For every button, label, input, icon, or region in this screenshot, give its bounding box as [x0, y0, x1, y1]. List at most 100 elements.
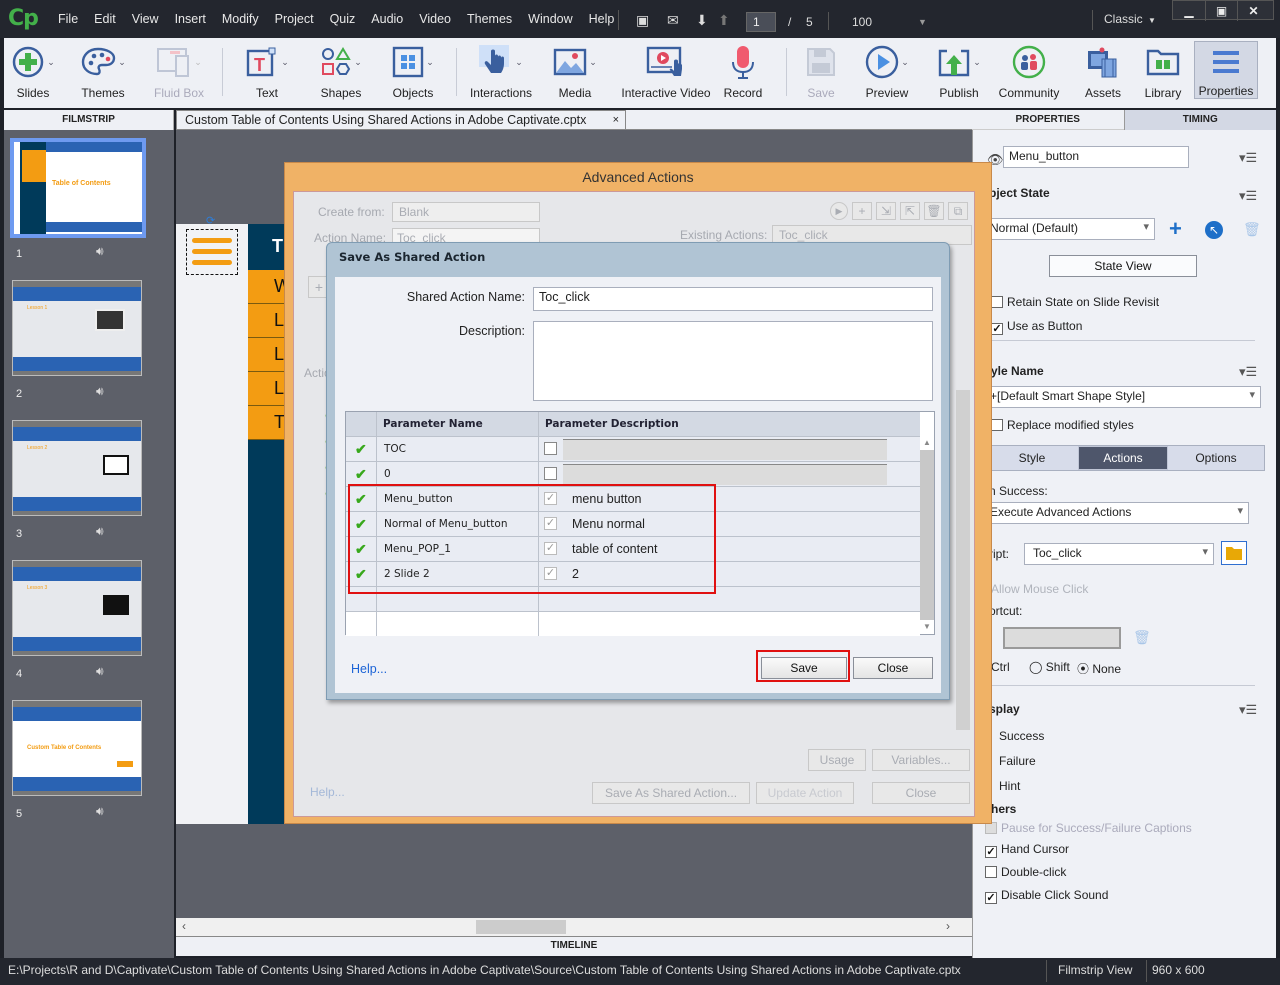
speaker-icon[interactable]: 🔊︎ [96, 244, 104, 259]
add-state-icon[interactable]: + [1169, 216, 1182, 242]
duplicate-action-icon[interactable]: ⧉ [948, 202, 968, 220]
update-action-button[interactable]: Update Action [756, 782, 854, 804]
save-as-shared-action-button[interactable]: Save As Shared Action... [592, 782, 750, 804]
export-action-icon[interactable]: ⇱ [900, 202, 920, 220]
advanced-close-button[interactable]: Close [872, 782, 970, 804]
disable-click-sound-checkbox[interactable]: Disable Click Sound [985, 888, 1108, 904]
add-action-icon[interactable]: + [852, 202, 872, 220]
preview-action-icon[interactable]: ▶ [830, 202, 848, 220]
scroll-down-icon[interactable]: ▼ [920, 620, 934, 634]
shared-action-name-input[interactable]: Toc_click [533, 287, 933, 311]
variables-button[interactable]: Variables... [872, 749, 970, 771]
save-toolbar-button[interactable]: Save [786, 44, 856, 100]
close-tab-icon[interactable]: × [613, 114, 619, 126]
subtab-options[interactable]: Options [1168, 446, 1264, 470]
parameter-description-input[interactable] [563, 464, 887, 485]
publish-button[interactable]: ⌄ Publish [924, 44, 994, 100]
workspace-dropdown-icon[interactable]: ▼ [1148, 16, 1156, 25]
mail-icon[interactable]: ✉ [667, 12, 679, 29]
reset-state-icon[interactable]: ↖ [1205, 221, 1223, 239]
shapes-button[interactable]: ⌄ Shapes [306, 44, 376, 100]
slide-thumbnail-3[interactable]: Lesson 2 [12, 420, 142, 516]
menu-view[interactable]: View [124, 12, 167, 26]
menu-audio[interactable]: Audio [363, 12, 411, 26]
slides-button[interactable]: ⌄ Slides [0, 44, 68, 100]
tab-timing[interactable]: TIMING [1123, 110, 1276, 130]
current-page-input[interactable]: 1 [746, 12, 776, 32]
media-button[interactable]: ⌄ Media [540, 44, 610, 100]
replace-styles-checkbox[interactable]: Replace modified styles [991, 418, 1134, 432]
timeline-panel-header[interactable]: TIMELINE [176, 936, 972, 956]
advanced-help-link[interactable]: Help... [310, 785, 345, 799]
subtab-style[interactable]: Style [986, 446, 1078, 470]
double-click-checkbox[interactable]: Double-click [985, 865, 1066, 879]
toc-item[interactable]: T [248, 406, 288, 440]
speaker-icon[interactable]: 🔊︎ [96, 524, 104, 539]
shared-help-link[interactable]: Help... [351, 662, 387, 676]
menu-modify[interactable]: Modify [214, 12, 267, 26]
script-dropdown[interactable]: Toc_click [1024, 543, 1214, 565]
style-dropdown[interactable]: +[Default Smart Shape Style] [985, 386, 1261, 408]
create-from-dropdown[interactable]: Blank [392, 202, 540, 222]
speaker-icon[interactable]: 🔊︎ [96, 384, 104, 399]
state-view-button[interactable]: State View [1049, 255, 1197, 277]
close-button[interactable]: Close [853, 657, 933, 679]
menu-window[interactable]: Window [520, 12, 580, 26]
toc-item[interactable]: W [248, 270, 291, 304]
shortcut-input[interactable] [1003, 627, 1121, 649]
speaker-icon[interactable]: 🔊︎ [96, 664, 104, 679]
import-action-icon[interactable]: ⇲ [876, 202, 896, 220]
panel-menu-icon[interactable]: ▾☰ [1239, 702, 1257, 718]
zoom-dropdown-icon[interactable]: ▼ [918, 17, 927, 27]
objects-button[interactable]: ⌄ Objects [378, 44, 448, 100]
horizontal-scrollbar[interactable]: ‹ › [176, 918, 972, 936]
use-as-button-checkbox[interactable]: Use as Button [991, 319, 1082, 335]
object-name-input[interactable]: Menu_button [1003, 146, 1189, 168]
delete-state-icon[interactable]: 🗑︎ [1243, 221, 1261, 238]
minimize-icon[interactable]: ▁ [1173, 1, 1205, 21]
toc-item[interactable]: L [248, 372, 288, 406]
on-success-dropdown[interactable]: Execute Advanced Actions [985, 502, 1249, 524]
slide-thumbnail-2[interactable]: Lesson 1 [12, 280, 142, 376]
browse-folder-button[interactable] [1221, 541, 1247, 565]
actions-scrollbar[interactable] [956, 390, 970, 730]
display-success-checkbox[interactable]: Success [999, 729, 1044, 743]
delete-action-icon[interactable]: 🗑︎ [924, 202, 944, 220]
modifier-ctrl-radio[interactable]: Ctrl [991, 660, 1010, 674]
parameters-scrollbar[interactable]: ▲ ▼ [920, 436, 934, 634]
document-tab[interactable]: Custom Table of Contents Using Shared Ac… [176, 110, 626, 130]
hand-cursor-checkbox[interactable]: Hand Cursor [985, 842, 1069, 858]
parameter-row[interactable]: ✔ TOC [346, 436, 920, 461]
text-button[interactable]: T ⌄ Text [232, 44, 302, 100]
themes-button[interactable]: ⌄ Themes [68, 44, 138, 100]
modifier-shift-radio[interactable]: ◯ Shift [1029, 660, 1070, 674]
display-failure-checkbox[interactable]: Failure [999, 754, 1036, 768]
close-icon[interactable]: ✕ [1237, 1, 1269, 21]
menu-button-selection[interactable] [186, 229, 238, 275]
maximize-icon[interactable]: ▣ [1205, 1, 1237, 21]
slide-thumbnail-5[interactable]: Custom Table of Contents [12, 700, 142, 796]
speaker-icon[interactable]: 🔊︎ [96, 804, 104, 819]
toc-item[interactable]: L [248, 304, 288, 338]
parameter-checkbox[interactable] [544, 442, 557, 455]
rotate-handle-icon[interactable]: ⟳ [206, 214, 215, 227]
panel-menu-icon[interactable]: ▾☰ [1239, 188, 1257, 204]
interactions-button[interactable]: ⌄ Interactions [466, 44, 536, 100]
menu-quiz[interactable]: Quiz [322, 12, 364, 26]
slide-thumbnail-1[interactable]: Table of Contents [10, 138, 146, 238]
arrow-up-icon[interactable]: ⬆ [718, 12, 730, 29]
interactive-video-button[interactable]: Interactive Video [616, 44, 716, 100]
record-button[interactable]: Record [708, 44, 778, 100]
menu-edit[interactable]: Edit [86, 12, 124, 26]
slide-notes-icon[interactable]: ▣ [636, 12, 649, 29]
menu-video[interactable]: Video [411, 12, 459, 26]
menu-file[interactable]: File [50, 12, 86, 26]
clear-shortcut-icon[interactable]: 🗑︎ [1133, 629, 1151, 646]
preview-button[interactable]: ⌄ Preview [852, 44, 922, 100]
properties-button[interactable]: Properties [1194, 41, 1258, 99]
description-textarea[interactable] [533, 321, 933, 401]
menu-themes[interactable]: Themes [459, 12, 520, 26]
usage-button[interactable]: Usage [808, 749, 866, 771]
state-dropdown[interactable]: Normal (Default) [985, 218, 1155, 240]
parameter-row[interactable]: ✔ 0 [346, 461, 920, 486]
